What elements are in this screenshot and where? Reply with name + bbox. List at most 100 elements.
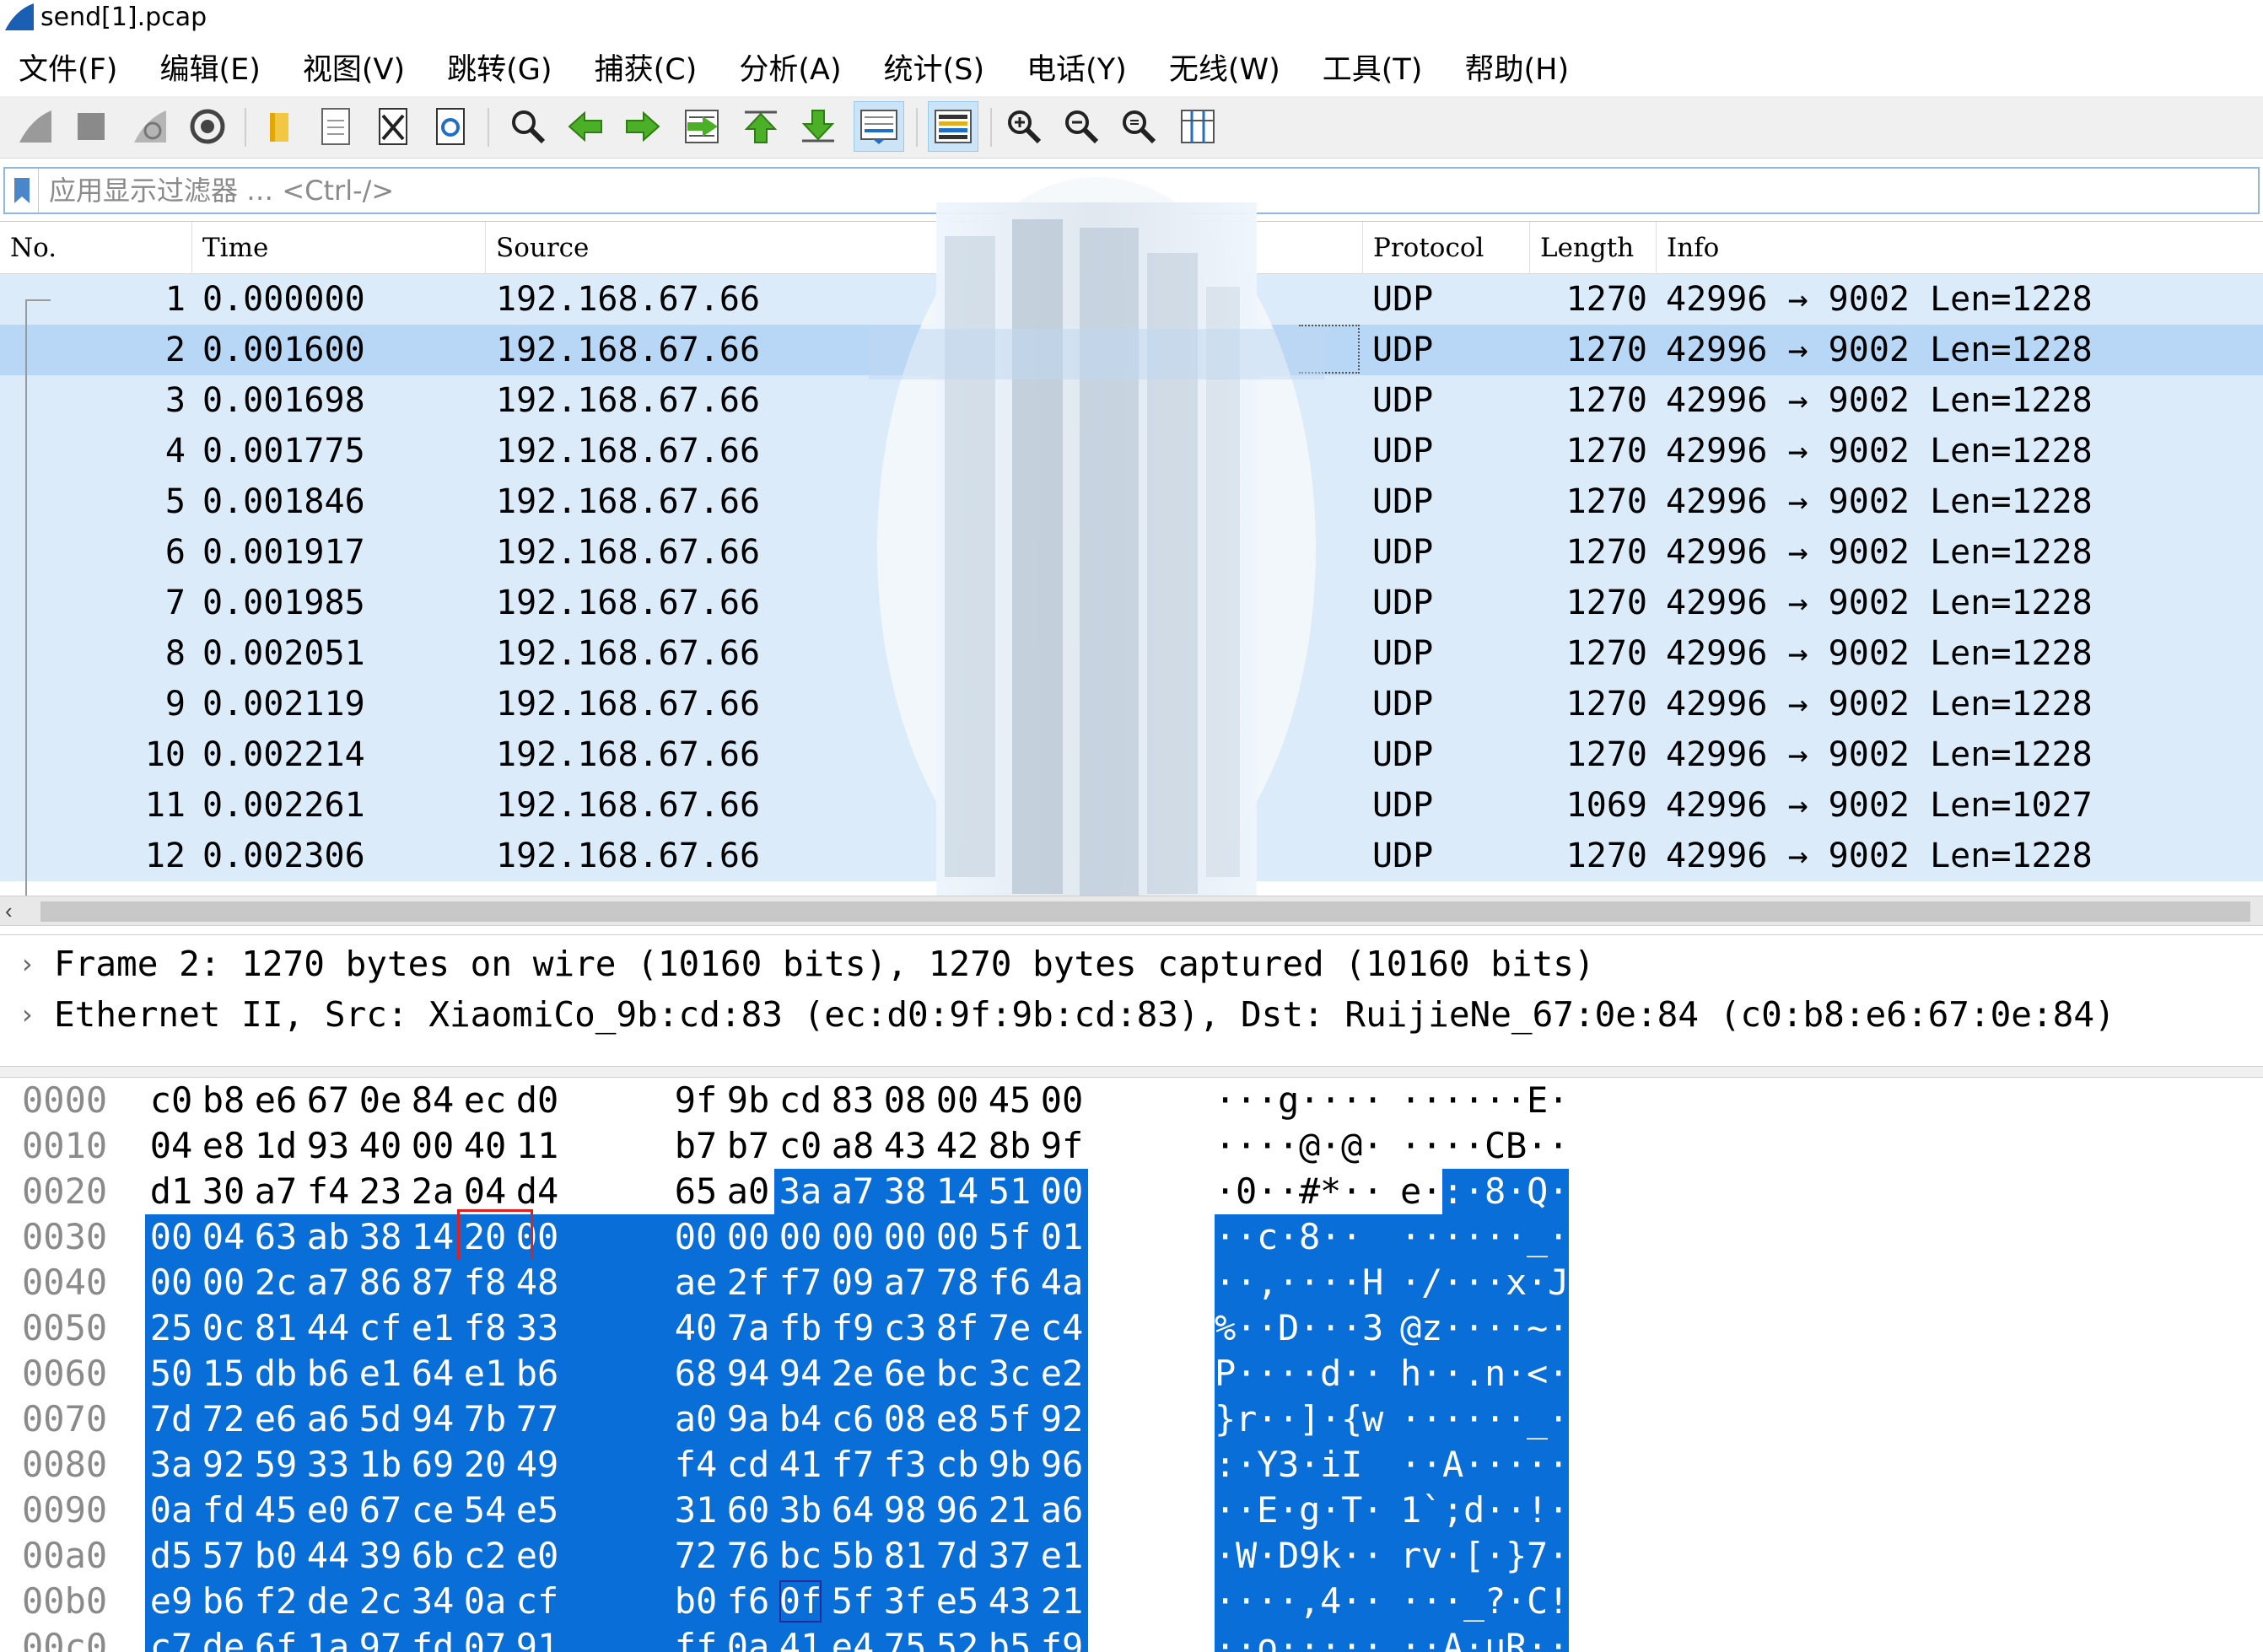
ascii-char[interactable]: T xyxy=(1341,1488,1362,1533)
scrollbar-thumb[interactable] xyxy=(40,901,2250,922)
ascii-char[interactable]: · xyxy=(1506,1488,1527,1533)
zoom-out-button[interactable] xyxy=(1056,101,1107,152)
ascii-char[interactable]: · xyxy=(1278,1260,1299,1305)
ascii-char[interactable]: · xyxy=(1215,1260,1236,1305)
hex-byte[interactable]: c2 xyxy=(459,1533,511,1579)
hex-byte[interactable]: 3a xyxy=(145,1442,197,1488)
start-capture-button[interactable] xyxy=(10,101,61,152)
ascii-char[interactable]: 0 xyxy=(1236,1169,1257,1214)
ascii-char[interactable]: { xyxy=(1341,1396,1362,1442)
ascii-char[interactable]: 3 xyxy=(1278,1442,1299,1488)
hex-byte[interactable]: 7d xyxy=(931,1533,983,1579)
ascii-char[interactable]: @ xyxy=(1341,1123,1362,1169)
ascii-char[interactable]: · xyxy=(1341,1214,1362,1260)
hex-byte[interactable]: ff xyxy=(670,1624,722,1652)
ascii-char[interactable]: W xyxy=(1236,1533,1257,1579)
ascii-char[interactable]: · xyxy=(1400,1396,1421,1442)
hex-byte[interactable]: 5d xyxy=(354,1396,407,1442)
hex-byte[interactable]: 2a xyxy=(407,1169,459,1214)
hex-byte[interactable]: 38 xyxy=(879,1169,931,1214)
hex-byte[interactable]: ab xyxy=(302,1214,354,1260)
ascii-char[interactable]: · xyxy=(1463,1442,1484,1488)
ascii-char[interactable]: · xyxy=(1236,1351,1257,1396)
menu-help[interactable]: 帮助(H) xyxy=(1464,46,1569,89)
ascii-char[interactable]: . xyxy=(1463,1351,1484,1396)
ascii-char[interactable]: · xyxy=(1320,1078,1341,1123)
hex-byte[interactable]: 40 xyxy=(459,1123,511,1169)
hex-byte[interactable]: 23 xyxy=(354,1169,407,1214)
ascii-char[interactable]: · xyxy=(1400,1078,1421,1123)
ascii-char[interactable]: · xyxy=(1341,1579,1362,1624)
hex-byte[interactable]: 93 xyxy=(302,1123,354,1169)
ascii-char[interactable]: · xyxy=(1421,1123,1442,1169)
ascii-char[interactable]: · xyxy=(1400,1442,1421,1488)
ascii-char[interactable]: z xyxy=(1421,1305,1442,1351)
hex-byte[interactable]: 38 xyxy=(354,1214,407,1260)
hex-byte[interactable]: 84 xyxy=(407,1078,459,1123)
ascii-char[interactable]: · xyxy=(1506,1442,1527,1488)
hex-byte[interactable]: 2c xyxy=(250,1260,302,1305)
ascii-char[interactable]: · xyxy=(1278,1214,1299,1260)
ascii-char[interactable]: · xyxy=(1299,1351,1320,1396)
go-back-button[interactable] xyxy=(560,101,611,152)
ascii-char[interactable]: * xyxy=(1320,1169,1341,1214)
hex-byte[interactable]: 98 xyxy=(879,1488,931,1533)
ascii-char[interactable]: · xyxy=(1236,1488,1257,1533)
hex-byte[interactable]: 0c xyxy=(197,1305,250,1351)
hex-byte[interactable]: 5f xyxy=(983,1214,1036,1260)
ascii-char[interactable]: · xyxy=(1278,1624,1299,1652)
hex-byte[interactable]: a6 xyxy=(1036,1488,1088,1533)
hex-byte[interactable]: d4 xyxy=(511,1169,563,1214)
hex-byte[interactable]: 00 xyxy=(1036,1078,1088,1123)
ascii-char[interactable]: · xyxy=(1421,1351,1442,1396)
hex-byte[interactable]: 0e xyxy=(354,1078,407,1123)
ascii-char[interactable]: · xyxy=(1341,1169,1362,1214)
ascii-char[interactable]: · xyxy=(1421,1442,1442,1488)
ascii-char[interactable]: Q xyxy=(1527,1169,1548,1214)
hex-byte[interactable]: 44 xyxy=(302,1533,354,1579)
hex-byte[interactable]: 6f xyxy=(250,1624,302,1652)
ascii-char[interactable]: 9 xyxy=(1299,1533,1320,1579)
ascii-char[interactable]: · xyxy=(1548,1305,1569,1351)
ascii-char[interactable]: A xyxy=(1442,1624,1463,1652)
hex-byte[interactable]: 31 xyxy=(670,1488,722,1533)
column-time[interactable]: Time xyxy=(192,222,486,274)
hex-byte[interactable]: 69 xyxy=(407,1442,459,1488)
hex-byte[interactable]: 8b xyxy=(983,1123,1036,1169)
hex-byte[interactable]: 3c xyxy=(983,1351,1036,1396)
hex-byte[interactable]: 25 xyxy=(145,1305,197,1351)
ascii-char[interactable]: · xyxy=(1278,1169,1299,1214)
hex-byte[interactable]: e8 xyxy=(931,1396,983,1442)
ascii-char[interactable]: · xyxy=(1236,1214,1257,1260)
hex-byte[interactable]: 96 xyxy=(931,1488,983,1533)
ascii-char[interactable]: · xyxy=(1400,1214,1421,1260)
hex-byte[interactable]: a0 xyxy=(670,1396,722,1442)
ascii-char[interactable]: · xyxy=(1299,1260,1320,1305)
last-packet-button[interactable] xyxy=(793,101,843,152)
hex-byte[interactable]: 57 xyxy=(197,1533,250,1579)
ascii-char[interactable]: · xyxy=(1506,1579,1527,1624)
hex-byte[interactable]: a7 xyxy=(302,1260,354,1305)
ascii-char[interactable]: · xyxy=(1463,1078,1484,1123)
ascii-char[interactable]: ] xyxy=(1299,1396,1320,1442)
hex-byte[interactable]: 1b xyxy=(354,1442,407,1488)
hex-byte[interactable]: 86 xyxy=(354,1260,407,1305)
hex-byte[interactable]: 7a xyxy=(722,1305,774,1351)
packet-row[interactable]: 5 0.001846 192.168.67.66 UDP 1270 42996 → 900… xyxy=(0,476,2263,527)
packet-row[interactable]: 10 0.002214 192.168.67.66 UDP 1270 42996 → 90… xyxy=(0,729,2263,780)
hex-byte[interactable]: de xyxy=(302,1579,354,1624)
hex-byte[interactable]: a6 xyxy=(302,1396,354,1442)
ascii-char[interactable]: ! xyxy=(1527,1488,1548,1533)
hex-byte[interactable]: a7 xyxy=(250,1169,302,1214)
hex-byte[interactable]: 33 xyxy=(302,1442,354,1488)
expand-chevron-icon[interactable]: › xyxy=(0,998,54,1030)
hex-byte[interactable]: 00 xyxy=(722,1214,774,1260)
ascii-char[interactable]: · xyxy=(1320,1214,1341,1260)
ascii-char[interactable]: ! xyxy=(1548,1579,1569,1624)
menu-file[interactable]: 文件(F) xyxy=(19,46,117,89)
hex-byte[interactable]: 91 xyxy=(511,1624,563,1652)
ascii-char[interactable]: H xyxy=(1362,1260,1383,1305)
hex-byte[interactable]: 11 xyxy=(511,1123,563,1169)
hex-byte[interactable]: 45 xyxy=(983,1078,1036,1123)
hex-byte[interactable]: 14 xyxy=(407,1214,459,1260)
